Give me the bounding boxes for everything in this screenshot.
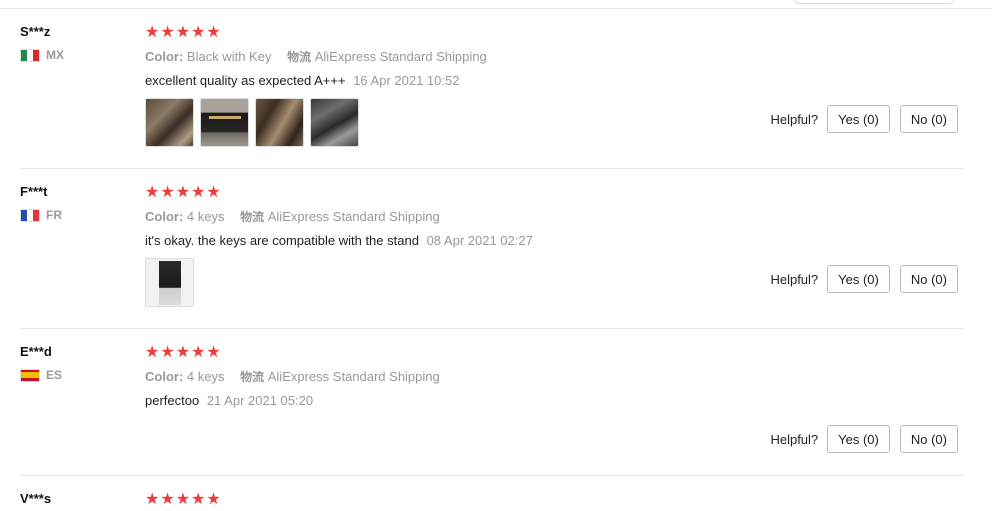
shipping-label: 物流 <box>240 370 265 384</box>
helpful-vote: Helpful? Yes (0) No (0) <box>770 425 958 453</box>
star-icon: ★ <box>160 182 175 201</box>
reviewer-name: S***z <box>20 24 51 39</box>
helpful-yes-button[interactable]: Yes (0) <box>827 105 890 133</box>
review-meta: Color: 4 keys 物流 AliExpress Standard Shi… <box>145 368 440 385</box>
helpful-no-button[interactable]: No (0) <box>899 105 958 133</box>
sort-dropdown[interactable] <box>794 0 954 4</box>
star-icon: ★ <box>175 489 191 508</box>
review-date: 08 Apr 2021 02:27 <box>426 233 533 248</box>
star-icon: ★ <box>145 342 160 361</box>
review-item: F***t FR ★ ★ ★ ★ ★ Color: 4 keys 物流 AliE… <box>0 184 964 324</box>
review-photo-thumbnail[interactable] <box>145 98 194 147</box>
attr-value: 4 keys <box>186 209 225 224</box>
star-icon: ★ <box>175 22 191 41</box>
helpful-yes-button[interactable]: Yes (0) <box>827 265 890 293</box>
review-meta: Color: Black with Key 物流 AliExpress Stan… <box>145 48 487 65</box>
star-icon: ★ <box>160 489 175 508</box>
reviews-page: S***z MX ★ ★ ★ ★ ★ Color: Black with Key… <box>0 0 992 511</box>
star-rating: ★ ★ ★ ★ ★ <box>145 184 221 200</box>
star-rating: ★ ★ ★ ★ ★ <box>145 24 221 40</box>
helpful-vote: Helpful? Yes (0) No (0) <box>770 105 958 133</box>
reviewer-country: MX <box>20 48 64 62</box>
star-icon: ★ <box>160 22 175 41</box>
review-content: it's okay. the keys are compatible with … <box>145 233 533 248</box>
attr-label: Color: <box>145 209 184 224</box>
helpful-label: Helpful? <box>770 111 819 127</box>
star-icon: ★ <box>206 342 221 361</box>
star-rating: ★ ★ ★ ★ ★ <box>145 491 221 507</box>
mexico-flag-icon <box>20 48 40 62</box>
star-icon: ★ <box>191 182 206 201</box>
review-text: perfectoo <box>145 393 200 408</box>
review-photo-thumbnail[interactable] <box>255 98 304 147</box>
star-icon: ★ <box>206 489 221 508</box>
star-icon: ★ <box>191 342 206 361</box>
reviewer-name: F***t <box>20 184 48 199</box>
review-divider <box>20 328 964 329</box>
top-divider <box>0 8 992 9</box>
star-icon: ★ <box>206 22 221 41</box>
helpful-vote: Helpful? Yes (0) No (0) <box>770 265 958 293</box>
attr-value: 4 keys <box>186 369 225 384</box>
reviewer-country: FR <box>20 208 62 222</box>
helpful-label: Helpful? <box>770 431 819 447</box>
country-code: FR <box>46 208 62 222</box>
shipping-label: 物流 <box>287 50 312 64</box>
star-icon: ★ <box>145 22 160 41</box>
star-icon: ★ <box>145 489 160 508</box>
reviewer-name: V***s <box>20 491 52 506</box>
helpful-no-button[interactable]: No (0) <box>899 265 958 293</box>
star-icon: ★ <box>175 182 191 201</box>
review-item: S***z MX ★ ★ ★ ★ ★ Color: Black with Key… <box>0 24 964 164</box>
attr-label: Color: <box>145 369 184 384</box>
country-code: ES <box>46 368 63 382</box>
review-text: it's okay. the keys are compatible with … <box>145 233 419 248</box>
country-code: MX <box>46 48 64 62</box>
shipping-label: 物流 <box>240 210 265 224</box>
review-photo-thumbnail[interactable] <box>145 258 194 307</box>
attr-label: Color: <box>145 49 184 64</box>
star-icon: ★ <box>206 182 221 201</box>
review-item: V***s ★ ★ ★ ★ ★ <box>0 491 964 511</box>
star-rating: ★ ★ ★ ★ ★ <box>145 344 221 360</box>
star-icon: ★ <box>191 22 206 41</box>
attr-value: Black with Key <box>186 49 272 64</box>
review-text: excellent quality as expected A+++ <box>145 73 346 88</box>
france-flag-icon <box>20 208 40 222</box>
review-content: excellent quality as expected A+++ 16 Ap… <box>145 73 459 88</box>
review-divider <box>20 475 964 476</box>
review-date: 16 Apr 2021 10:52 <box>353 73 460 88</box>
reviewer-country: ES <box>20 368 62 382</box>
reviewer-name: E***d <box>20 344 52 359</box>
helpful-label: Helpful? <box>770 271 819 287</box>
review-photos <box>145 258 194 307</box>
spain-flag-icon <box>20 368 40 382</box>
shipping-method: AliExpress Standard Shipping <box>314 49 487 64</box>
star-icon: ★ <box>145 182 160 201</box>
review-item: E***d ES ★ ★ ★ ★ ★ Color: 4 keys 物流 AliE… <box>0 344 964 472</box>
review-content: perfectoo 21 Apr 2021 05:20 <box>145 393 313 408</box>
star-icon: ★ <box>191 489 206 508</box>
shipping-method: AliExpress Standard Shipping <box>267 209 440 224</box>
review-divider <box>20 168 964 169</box>
star-icon: ★ <box>175 342 191 361</box>
helpful-no-button[interactable]: No (0) <box>899 425 958 453</box>
review-photos <box>145 98 359 147</box>
helpful-yes-button[interactable]: Yes (0) <box>827 425 890 453</box>
shipping-method: AliExpress Standard Shipping <box>267 369 440 384</box>
review-photo-thumbnail[interactable] <box>200 98 249 147</box>
star-icon: ★ <box>160 342 175 361</box>
review-meta: Color: 4 keys 物流 AliExpress Standard Shi… <box>145 208 440 225</box>
review-photo-thumbnail[interactable] <box>310 98 359 147</box>
review-date: 21 Apr 2021 05:20 <box>206 393 314 408</box>
